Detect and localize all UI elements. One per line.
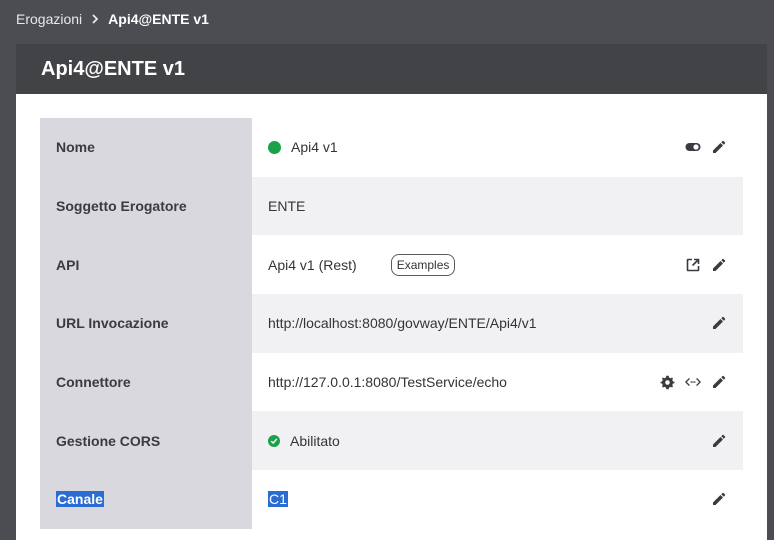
- row-value-cell: http://127.0.0.1:8080/TestService/echo: [252, 353, 743, 412]
- nome-value: Api4 v1: [291, 139, 338, 156]
- toggle-icon[interactable]: [685, 139, 701, 155]
- row-value-cell: http://localhost:8080/govway/ENTE/Api4/v…: [252, 294, 743, 353]
- row-connettore: Connettore http://127.0.0.1:8080/TestSer…: [40, 352, 743, 412]
- row-gestione-cors: Gestione CORS Abilitato: [40, 411, 743, 471]
- card-header: Api4@ENTE v1: [16, 44, 767, 94]
- row-value-cell: Api4 v1: [252, 118, 743, 177]
- code-icon[interactable]: [685, 374, 701, 390]
- properties-table: Nome Api4 v1 Soggetto Erogatore ENTE API…: [40, 118, 743, 529]
- row-value-cell: C1: [252, 470, 743, 529]
- breadcrumb-current: Api4@ENTE v1: [108, 11, 209, 27]
- row-label: URL Invocazione: [40, 294, 252, 353]
- row-label: Canale: [56, 491, 104, 508]
- url-invocazione-value: http://localhost:8080/govway/ENTE/Api4/v…: [268, 315, 537, 332]
- row-label: Soggetto Erogatore: [40, 176, 252, 236]
- examples-badge[interactable]: Examples: [390, 253, 456, 276]
- row-nome: Nome Api4 v1: [40, 118, 743, 177]
- connettore-value: http://127.0.0.1:8080/TestService/echo: [268, 374, 507, 391]
- page-title: Api4@ENTE v1: [41, 57, 185, 80]
- breadcrumb: Erogazioni Api4@ENTE v1: [16, 10, 209, 28]
- row-label: Gestione CORS: [40, 411, 252, 471]
- canale-value: C1: [268, 491, 288, 508]
- edit-icon[interactable]: [711, 433, 727, 449]
- api-value: Api4 v1 (Rest): [268, 256, 357, 273]
- open-external-icon[interactable]: [685, 257, 701, 273]
- row-value-cell: Abilitato: [252, 411, 743, 471]
- row-canale: Canale C1: [40, 470, 743, 529]
- row-label: Nome: [40, 118, 252, 177]
- status-dot-icon: [268, 140, 281, 154]
- edit-icon[interactable]: [711, 139, 727, 155]
- edit-icon[interactable]: [711, 315, 727, 331]
- row-label: API: [40, 235, 252, 295]
- edit-icon[interactable]: [711, 374, 727, 390]
- chevron-right-icon: [88, 14, 102, 24]
- gear-icon[interactable]: [659, 374, 675, 390]
- edit-icon[interactable]: [711, 491, 727, 507]
- row-soggetto-erogatore: Soggetto Erogatore ENTE: [40, 176, 743, 236]
- detail-card: Api4@ENTE v1 Nome Api4 v1 Soggetto Eroga…: [16, 44, 767, 540]
- row-label-cell: Canale: [40, 470, 252, 529]
- check-circle-icon: [268, 434, 280, 447]
- cors-value: Abilitato: [290, 432, 340, 449]
- soggetto-value: ENTE: [268, 198, 306, 215]
- row-label: Connettore: [40, 352, 252, 412]
- edit-icon[interactable]: [711, 257, 727, 273]
- breadcrumb-erogazioni-link[interactable]: Erogazioni: [16, 11, 82, 27]
- row-url-invocazione: URL Invocazione http://localhost:8080/go…: [40, 294, 743, 353]
- row-api: API Api4 v1 (Rest) Examples: [40, 235, 743, 295]
- row-value-cell: ENTE: [252, 176, 743, 236]
- row-value-cell: Api4 v1 (Rest) Examples: [252, 235, 743, 294]
